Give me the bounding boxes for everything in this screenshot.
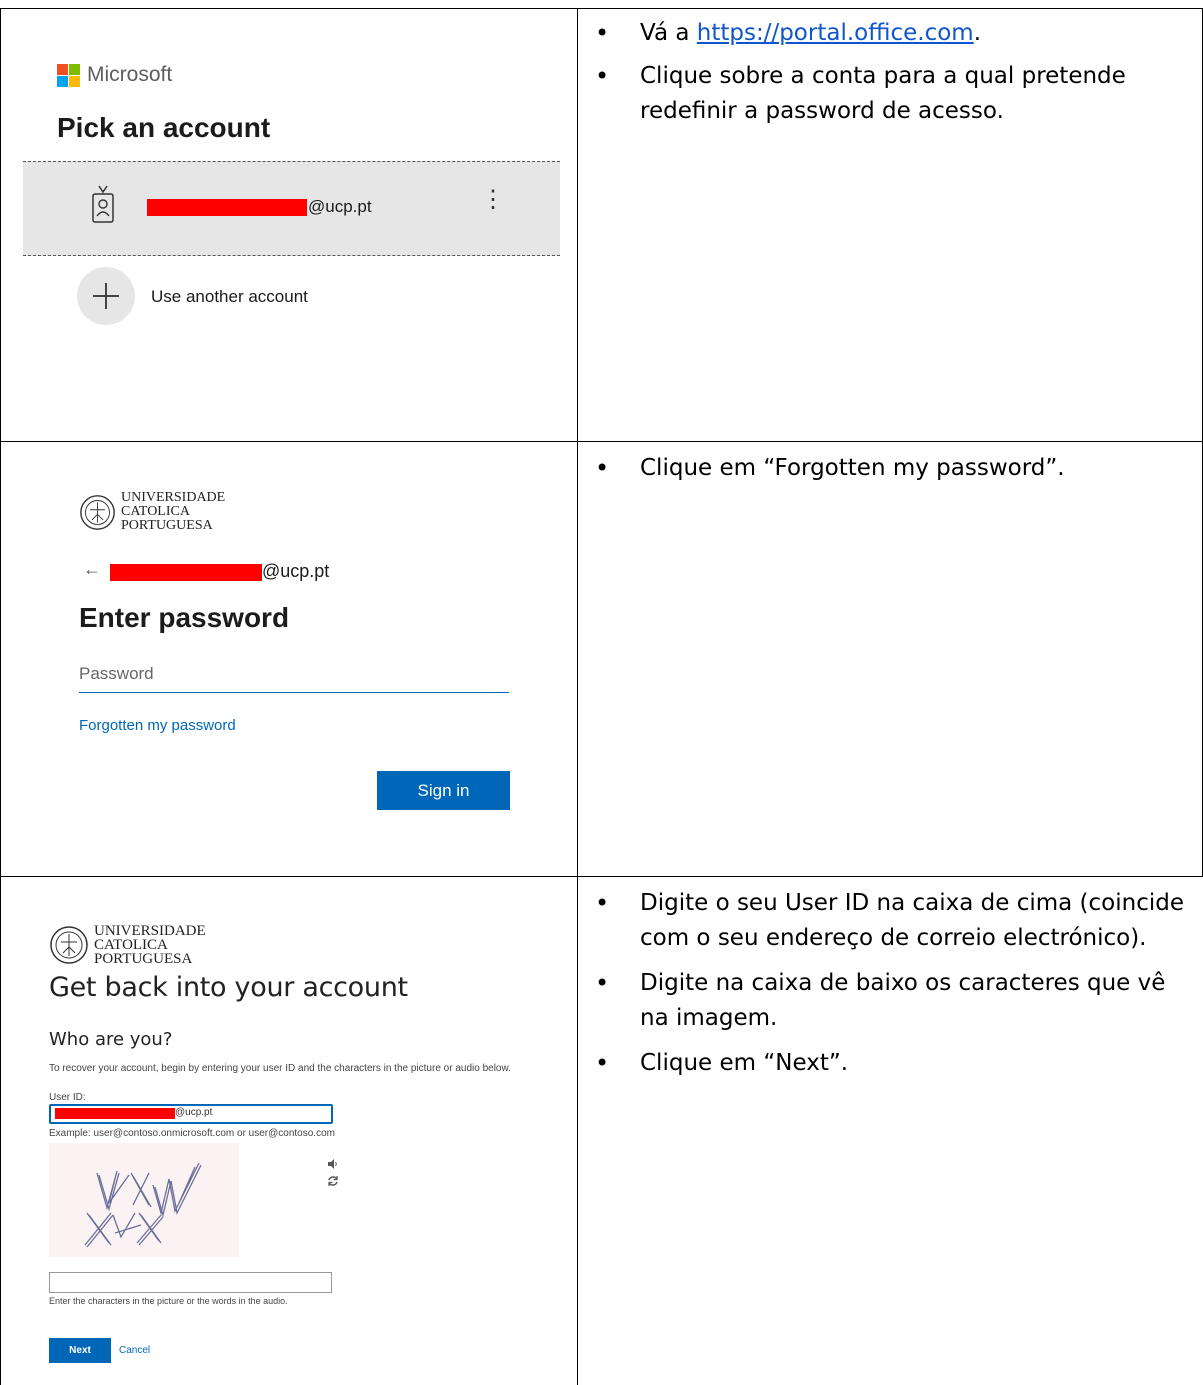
redacted-username bbox=[147, 199, 307, 216]
instruction-item: Digite o seu User ID na caixa de cima (c… bbox=[585, 886, 1195, 956]
table-border-row1 bbox=[0, 441, 1203, 442]
user-id-label: User ID: bbox=[49, 1092, 86, 1103]
user-id-input[interactable]: @ucp.pt bbox=[49, 1104, 333, 1124]
portal-link[interactable]: https://portal.office.com bbox=[697, 20, 974, 46]
captcha-image bbox=[49, 1143, 239, 1257]
account-email-domain: @ucp.pt bbox=[262, 561, 330, 581]
microsoft-wordmark: Microsoft bbox=[87, 63, 173, 86]
ucp-logo-line1: UNIVERSIDADE bbox=[94, 923, 206, 939]
password-input[interactable] bbox=[79, 656, 509, 693]
instruction-table: Microsoft Pick an account @ucp.pt ⋮ Use … bbox=[0, 0, 1203, 1385]
sign-in-button[interactable]: Sign in bbox=[377, 771, 510, 810]
user-id-example: Example: user@contoso.onmicrosoft.com or… bbox=[49, 1128, 335, 1139]
use-another-account-link[interactable]: Use another account bbox=[151, 287, 308, 307]
recover-description: To recover your account, begin by enteri… bbox=[49, 1063, 511, 1074]
captcha-hint: Enter the characters in the picture or t… bbox=[49, 1296, 288, 1306]
speaker-icon[interactable] bbox=[328, 1158, 338, 1170]
who-are-you-heading: Who are you? bbox=[49, 1029, 173, 1050]
ucp-logo: UNIVERSIDADE CATOLICA PORTUGUESA bbox=[49, 923, 206, 967]
cancel-link[interactable]: Cancel bbox=[119, 1345, 150, 1356]
instruction-item: Clique em “Forgotten my password”. bbox=[585, 451, 1195, 486]
badge-icon bbox=[92, 185, 114, 223]
instruction-item: Clique em “Next”. bbox=[585, 1046, 1195, 1081]
plus-icon[interactable] bbox=[77, 267, 135, 325]
redacted-username bbox=[55, 1108, 175, 1119]
redacted-username bbox=[110, 564, 262, 581]
pick-account-heading: Pick an account bbox=[57, 112, 271, 143]
forgot-password-link[interactable]: Forgotten my password bbox=[79, 717, 236, 734]
ucp-logo-line1: UNIVERSIDADE bbox=[121, 490, 226, 505]
get-back-heading: Get back into your account bbox=[49, 972, 408, 1003]
table-border-row2 bbox=[0, 876, 1203, 877]
ucp-logo-line3: PORTUGUESA bbox=[121, 518, 213, 533]
back-arrow-icon[interactable]: ← bbox=[83, 559, 101, 580]
instructions-step1: Vá a https://portal.office.com. Clique s… bbox=[585, 16, 1195, 436]
ucp-logo-line2: CATOLICA bbox=[121, 504, 190, 519]
refresh-icon[interactable] bbox=[327, 1175, 339, 1187]
instruction-item: Digite na caixa de baixo os caracteres q… bbox=[585, 966, 1195, 1036]
ucp-logo: UNIVERSIDADE CATOLICA PORTUGUESA bbox=[79, 491, 225, 533]
table-border-middle bbox=[577, 8, 578, 1385]
instruction-item: Clique sobre a conta para a qual pretend… bbox=[585, 59, 1195, 129]
instruction-item: Vá a https://portal.office.com. bbox=[585, 16, 1195, 51]
more-options-icon[interactable]: ⋮ bbox=[481, 188, 505, 212]
ucp-seal-icon bbox=[50, 926, 88, 964]
next-button[interactable]: Next bbox=[49, 1338, 111, 1363]
microsoft-logo: Microsoft bbox=[57, 63, 172, 87]
instructions-step2: Clique em “Forgotten my password”. bbox=[585, 451, 1195, 871]
instructions-step3: Digite o seu User ID na caixa de cima (c… bbox=[585, 886, 1195, 1381]
ucp-seal-icon bbox=[80, 494, 115, 530]
account-email-domain: @ucp.pt bbox=[308, 197, 372, 216]
ucp-logo-line2: CATOLICA bbox=[94, 937, 168, 953]
account-tile[interactable]: @ucp.pt ⋮ bbox=[23, 161, 560, 256]
microsoft-logo-icon bbox=[57, 63, 80, 87]
ucp-logo-line3: PORTUGUESA bbox=[94, 951, 193, 967]
captcha-input[interactable] bbox=[49, 1272, 332, 1293]
enter-password-heading: Enter password bbox=[79, 602, 290, 633]
captcha-glyphs bbox=[84, 1162, 202, 1248]
user-id-domain: @ucp.pt bbox=[175, 1107, 213, 1118]
